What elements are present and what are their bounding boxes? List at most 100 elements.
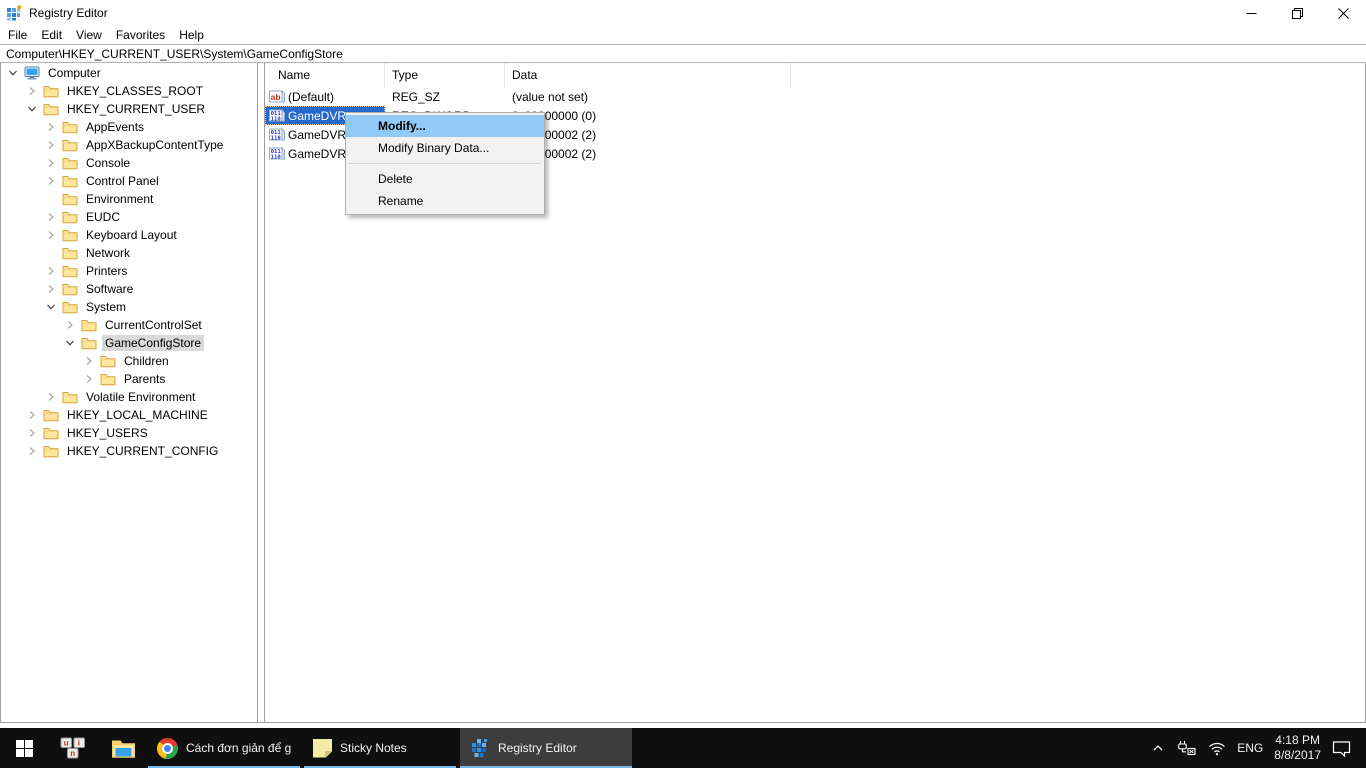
column-header-name[interactable]: Name [265,63,385,87]
chevron-collapsed-icon[interactable] [81,353,97,369]
tree-item-label: HKEY_USERS [64,425,151,441]
chevron-collapsed-icon[interactable] [24,83,40,99]
tree-item-system[interactable]: System [1,298,257,316]
registry-key-icon [62,156,78,170]
chevron-collapsed-icon[interactable] [24,425,40,441]
tree-item-printers[interactable]: Printers [1,262,257,280]
context-menu-item-modify[interactable]: Modify... [346,115,544,137]
registry-key-icon [62,246,78,260]
minimize-button[interactable] [1228,0,1274,26]
tree-item-label: Environment [83,191,156,207]
tree-item-appevents[interactable]: AppEvents [1,118,257,136]
chevron-collapsed-icon[interactable] [43,155,59,171]
tree-item-console[interactable]: Console [1,154,257,172]
tree-item-keyboard-layout[interactable]: Keyboard Layout [1,226,257,244]
menu-edit[interactable]: Edit [34,28,69,42]
tree-item-currentcontrolset[interactable]: CurrentControlSet [1,316,257,334]
column-header-type[interactable]: Type [385,63,505,87]
context-menu-item-modify-binary-data[interactable]: Modify Binary Data... [346,137,544,159]
chevron-expanded-icon[interactable] [62,335,78,351]
tree-item-label: HKEY_CURRENT_USER [64,101,208,117]
tree-item-eudc[interactable]: EUDC [1,208,257,226]
wifi-icon[interactable] [1208,741,1226,756]
tree-item-appxbackupcontenttype[interactable]: AppXBackupContentType [1,136,257,154]
menu-help[interactable]: Help [172,28,211,42]
chevron-collapsed-icon[interactable] [24,407,40,423]
menu-favorites[interactable]: Favorites [109,28,172,42]
clock[interactable]: 4:18 PM 8/8/2017 [1274,733,1321,763]
sticky-notes-icon [313,739,332,758]
reg-dword-icon: 011110 [269,147,285,160]
taskbar-file-explorer-button[interactable] [98,728,148,768]
value-row[interactable]: ab(Default)REG_SZ(value not set) [265,87,1365,106]
tree-item-hkey-classes-root[interactable]: HKEY_CLASSES_ROOT [1,82,257,100]
tree-item-parents[interactable]: Parents [1,370,257,388]
chevron-collapsed-icon[interactable] [43,137,59,153]
address-bar[interactable]: Computer\HKEY_CURRENT_USER\System\GameCo… [0,44,1366,63]
tree-item-children[interactable]: Children [1,352,257,370]
chevron-expanded-icon[interactable] [43,299,59,315]
chevron-collapsed-icon[interactable] [62,317,78,333]
chevron-expanded-icon[interactable] [5,65,21,81]
close-icon [1338,8,1349,19]
tree-item-environment[interactable]: Environment [1,190,257,208]
registry-key-icon [43,444,59,458]
chevron-collapsed-icon[interactable] [43,281,59,297]
tree-item-label: HKEY_CLASSES_ROOT [64,83,206,99]
context-menu-item-delete[interactable]: Delete [346,168,544,190]
tree-item-hkey-local-machine[interactable]: HKEY_LOCAL_MACHINE [1,406,257,424]
pinned-icons: uin [48,728,148,768]
registry-key-icon [62,138,78,152]
column-header-data[interactable]: Data [505,63,791,87]
tree-item-label: Network [83,245,133,261]
value-data: (value not set) [505,90,588,104]
tree-item-gameconfigstore[interactable]: GameConfigStore [1,334,257,352]
taskbar-button-c-ch-n-gi-n-g[interactable]: Cách đơn giản để g... [148,728,300,768]
tree-item-control-panel[interactable]: Control Panel [1,172,257,190]
taskbar-button-sticky-notes[interactable]: Sticky Notes [304,728,456,768]
restore-button[interactable] [1274,0,1320,26]
chevron-collapsed-icon[interactable] [24,443,40,459]
language-indicator[interactable]: ENG [1237,741,1263,755]
power-plug-icon[interactable] [1176,740,1197,756]
reg-sz-icon: ab [269,90,285,103]
tree-item-software[interactable]: Software [1,280,257,298]
taskbar-unikey-button[interactable]: uin [48,728,98,768]
chevron-up-icon[interactable] [1151,741,1165,755]
tree-item-network[interactable]: Network [1,244,257,262]
taskbar-button-registry-editor[interactable]: Registry Editor [460,728,632,768]
tree-item-label: Children [121,353,172,369]
registry-key-icon [62,192,78,206]
unikey-icon: uin [60,736,87,760]
tree-item-label: AppXBackupContentType [83,137,226,153]
menu-view[interactable]: View [69,28,109,42]
chevron-collapsed-icon[interactable] [43,263,59,279]
action-center-icon[interactable] [1332,740,1351,757]
context-menu-item-rename[interactable]: Rename [346,190,544,212]
menu-file[interactable]: File [1,28,34,42]
chevron-collapsed-icon[interactable] [43,173,59,189]
tree-item-volatile-environment[interactable]: Volatile Environment [1,388,257,406]
context-menu: Modify...Modify Binary Data... DeleteRena… [345,112,545,215]
tree-item-hkey-current-config[interactable]: HKEY_CURRENT_CONFIG [1,442,257,460]
registry-key-icon [62,174,78,188]
close-button[interactable] [1320,0,1366,26]
menu-separator [349,163,541,164]
registry-key-icon [62,390,78,404]
screen: Registry Editor FileEditViewFavoritesHel… [0,0,1366,768]
chevron-collapsed-icon[interactable] [43,227,59,243]
chevron-collapsed-icon[interactable] [43,389,59,405]
registry-key-icon [62,264,78,278]
chevron-expanded-icon[interactable] [24,101,40,117]
chevron-collapsed-icon[interactable] [43,209,59,225]
tree-item-label: Keyboard Layout [83,227,180,243]
chevron-collapsed-icon[interactable] [81,371,97,387]
tree-item-label: HKEY_CURRENT_CONFIG [64,443,221,459]
tree-item-hkey-current-user[interactable]: HKEY_CURRENT_USER [1,100,257,118]
tree-item-computer[interactable]: Computer [1,64,257,82]
chevron-collapsed-icon[interactable] [43,119,59,135]
tree-item-hkey-users[interactable]: HKEY_USERS [1,424,257,442]
start-button[interactable] [0,728,48,768]
main-content: ComputerHKEY_CLASSES_ROOT HKEY_CURRENT_US… [0,63,1366,723]
taskbar: uin Cách đơn giản để g...Sticky NotesReg… [0,728,1366,768]
